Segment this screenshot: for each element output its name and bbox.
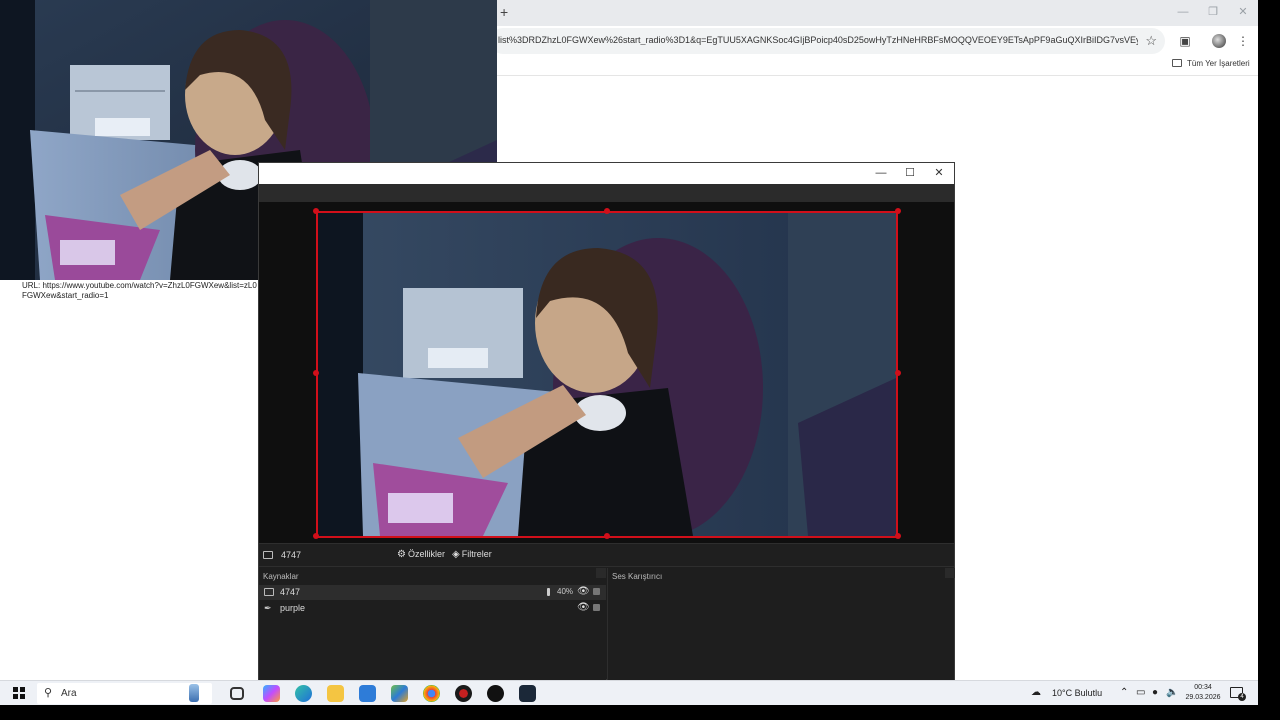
source-toolbar: 4747 ⚙ Özellikler ◈ Filtreler	[259, 543, 954, 567]
resize-handle-tl[interactable]	[313, 208, 319, 214]
camera-icon	[263, 551, 273, 559]
taskbar-search[interactable]: ⚲ Ara	[37, 683, 212, 704]
display-icon[interactable]: ▭	[1136, 687, 1145, 698]
store-icon[interactable]	[359, 685, 376, 702]
bookmark-star-icon[interactable]: ☆	[1145, 33, 1157, 49]
obs-close-button[interactable]: ✕	[929, 166, 949, 180]
brush-icon: ✒	[264, 603, 272, 613]
bottom-border	[0, 705, 1280, 720]
visibility-eye-icon[interactable]: 👁	[577, 586, 590, 597]
resize-handle-br[interactable]	[895, 533, 901, 539]
filter-icon: ◈	[452, 549, 460, 560]
sources-title: Kaynaklar	[263, 572, 299, 581]
all-bookmarks-label: Tüm Yer İşaretleri	[1187, 59, 1250, 68]
edge-icon[interactable]	[295, 685, 312, 702]
page-content-left	[4, 280, 258, 680]
dock-scroll	[596, 568, 606, 578]
resize-handle-r[interactable]	[895, 370, 901, 376]
folder-icon	[1172, 59, 1182, 67]
audio-mixer-dock: Ses Karıştırıcı	[607, 568, 955, 680]
obs-window: — ☐ ✕ 4747 ⚙ Özellikler ◈ Filtreler Kayn…	[258, 162, 955, 680]
resize-handle-t[interactable]	[604, 208, 610, 214]
desktop: + — ❐ ✕ list%3DRDZhzL0FGWXew%26start_rad…	[0, 0, 1280, 720]
obs-title-bar: — ☐ ✕	[259, 163, 954, 184]
obs-menu-bar	[259, 184, 954, 202]
menu-kebab-icon[interactable]: ⋮	[1235, 33, 1251, 49]
clock-date: 29.03.2026	[1185, 694, 1221, 701]
visibility-eye-icon[interactable]: 👁	[577, 602, 590, 613]
minimize-button[interactable]: —	[1173, 4, 1193, 20]
obs-minimize-button[interactable]: —	[871, 166, 891, 180]
source-name: purple	[280, 603, 306, 613]
sources-dock: Kaynaklar 4747 40% 👁 ✒ purple 👁	[259, 568, 606, 680]
new-tab-button[interactable]: +	[500, 5, 514, 19]
lock-icon[interactable]	[593, 604, 600, 611]
restore-button[interactable]: ❐	[1203, 4, 1223, 20]
notification-icon[interactable]: 4	[1230, 687, 1246, 701]
camera-icon	[264, 588, 274, 596]
obs-maximize-button[interactable]: ☐	[900, 166, 920, 180]
app-record-icon[interactable]	[455, 685, 472, 702]
properties-button[interactable]: ⚙ Özellikler	[397, 549, 445, 560]
gear-icon: ⚙	[397, 549, 406, 560]
source-row-4747[interactable]: 4747 40% 👁	[259, 585, 606, 600]
resize-handle-l[interactable]	[313, 370, 319, 376]
filters-label: Filtreler	[461, 549, 492, 559]
volume-icon[interactable]: 🔈	[1166, 687, 1178, 698]
lock-icon[interactable]	[593, 588, 600, 595]
filters-button[interactable]: ◈ Filtreler	[452, 549, 492, 560]
address-bar-url: list%3DRDZhzL0FGWXew%26start_radio%3D1&q…	[498, 35, 1138, 45]
cloud-icon: ☁	[1031, 687, 1041, 698]
taskbar: ⚲ Ara ☁ 10°C Bulutlu ⌃ ▭ ● 🔈 00:34 29.03…	[0, 680, 1258, 705]
start-button[interactable]	[13, 687, 25, 699]
obs-icon[interactable]	[487, 685, 504, 702]
steam-icon[interactable]	[519, 685, 536, 702]
address-bar[interactable]: list%3DRDZhzL0FGWXew%26start_radio%3D1&q…	[490, 28, 1165, 54]
chevron-up-icon[interactable]: ⌃	[1120, 687, 1128, 698]
all-bookmarks-button[interactable]: Tüm Yer İşaretleri	[1172, 59, 1250, 68]
extensions-icon[interactable]: ▣	[1177, 33, 1193, 49]
close-button[interactable]: ✕	[1233, 4, 1253, 20]
resize-handle-bl[interactable]	[313, 533, 319, 539]
source-row-purple[interactable]: ✒ purple 👁	[259, 601, 606, 616]
clock-time: 00:34	[1194, 684, 1212, 691]
microphone-icon[interactable]: ●	[1152, 687, 1158, 698]
weather-text[interactable]: 10°C Bulutlu	[1052, 688, 1102, 698]
profile-avatar[interactable]	[1212, 34, 1226, 48]
notification-count: 4	[1238, 693, 1246, 701]
resize-handle-tr[interactable]	[895, 208, 901, 214]
source-percent: 40%	[557, 587, 574, 596]
clock[interactable]: 00:34 29.03.2026	[1184, 683, 1222, 703]
preview-image	[318, 213, 896, 536]
copilot-icon[interactable]	[263, 685, 280, 702]
dock-scroll	[945, 568, 955, 578]
battery-icon	[547, 588, 550, 596]
search-placeholder: Ara	[61, 688, 77, 699]
mixer-title: Ses Karıştırıcı	[612, 572, 663, 581]
page-url-text: URL: https://www.youtube.com/watch?v=Zhz…	[22, 281, 257, 300]
source-name: 4747	[280, 587, 301, 597]
preview-source[interactable]	[316, 211, 898, 538]
chrome-icon[interactable]	[423, 685, 440, 702]
selected-source-name: 4747	[281, 550, 302, 560]
task-view-icon[interactable]	[230, 687, 244, 700]
app-icon[interactable]	[391, 685, 408, 702]
search-icon: ⚲	[44, 687, 53, 699]
file-explorer-icon[interactable]	[327, 685, 344, 702]
search-highlight-icon	[189, 684, 199, 702]
resize-handle-b[interactable]	[604, 533, 610, 539]
properties-label: Özellikler	[407, 549, 445, 559]
